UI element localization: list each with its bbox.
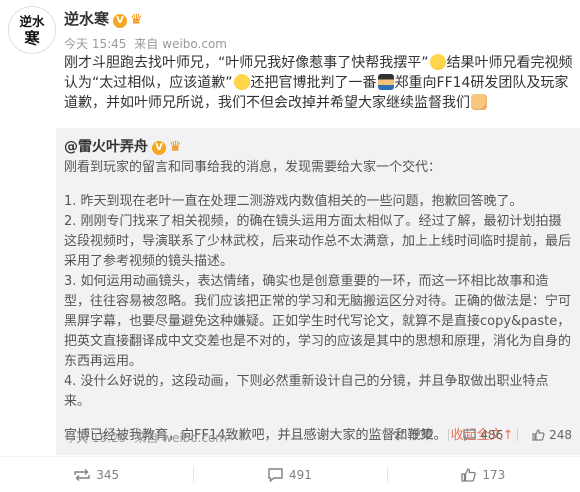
post-text: 刚才斗胆跑去找叶师兄，“叶师兄我好像惹事了快帮我摆平” 结果叶师兄看完视频认为“太… <box>64 54 573 111</box>
repost-item: 1. 昨天到现在老叶一直在处理二测游戏内数值相关的一些问题，抱歉回答晚了。 <box>64 194 523 209</box>
comment-button[interactable]: 491 <box>193 457 386 492</box>
post-meta: 今天 15:45 来自 weibo.com <box>64 35 231 52</box>
repost-like-button[interactable]: 248 <box>532 428 572 442</box>
thumbs-up-icon <box>461 467 477 482</box>
avatar[interactable]: 逆水 寒 <box>8 6 56 54</box>
svg-text:逆水: 逆水 <box>20 14 45 29</box>
forward-button[interactable]: 345 <box>0 457 193 492</box>
verified-badge-icon: V <box>113 13 128 28</box>
repost-meta: 今天 15:29 来自 weibo.com <box>64 429 231 446</box>
repost-source[interactable]: weibo.com <box>162 431 227 445</box>
avatar-calligraphy-image: 逆水 寒 <box>9 7 55 53</box>
repost-text: 刚看到玩家的留言和同事给我的消息，发现需要给大家一个交代： 1. 昨天到现在老叶… <box>64 158 572 446</box>
post-time[interactable]: 今天 15:45 <box>64 37 126 51</box>
flexed-arm-emoji-icon <box>471 94 487 110</box>
member-crown-icon: ♛ <box>169 139 182 155</box>
laugh-cry-emoji-icon <box>233 74 250 90</box>
repost-item: 2. 刚刚专门找来了相关视频，的确在镜头运用方面太相似了。经过了解，最初计划拍摄… <box>64 214 572 269</box>
post-action-bar: 345 491 173 <box>0 456 580 492</box>
thumbs-up-icon <box>532 429 545 441</box>
verified-badge-icon: V <box>152 140 166 155</box>
repost-action-bar: 532 486 248 <box>379 428 572 442</box>
svg-text:寒: 寒 <box>24 29 40 47</box>
reposted-weibo: @雷火叶弄舟 V ♛ 刚看到玩家的留言和同事给我的消息，发现需要给大家一个交代： 1… <box>56 128 580 455</box>
forward-icon <box>393 429 407 441</box>
post-source-prefix: 来自 <box>134 37 159 51</box>
laugh-cry-emoji-icon <box>429 54 446 70</box>
like-button[interactable]: 173 <box>386 457 580 492</box>
repost-author[interactable]: @雷火叶弄舟 V ♛ <box>64 136 182 156</box>
repost-comment-button[interactable]: 486 <box>463 428 503 442</box>
comment-icon <box>268 467 283 482</box>
member-crown-icon: ♛ <box>130 12 143 28</box>
weibo-post: 逆水 寒 逆水寒 V ♛ 今天 15:45 来自 weibo.com 刚才斗胆跑去找叶… <box>0 0 580 456</box>
repost-time[interactable]: 今天 15:29 <box>64 431 126 445</box>
repost-forward-button[interactable]: 532 <box>393 428 434 442</box>
repost-intro: 刚看到玩家的留言和同事给我的消息，发现需要给大家一个交代： <box>64 160 442 175</box>
comment-icon <box>463 429 476 441</box>
repost-source-prefix: 来自 <box>134 431 159 445</box>
person-emoji-icon <box>377 74 394 90</box>
repost-item: 4. 没什么好说的，这段动画，下则必然重新设计自己的分镜，并且争取做出职业特点来… <box>64 374 549 409</box>
forward-icon <box>74 468 90 481</box>
username[interactable]: 逆水寒 V ♛ <box>64 8 143 29</box>
post-source[interactable]: weibo.com <box>162 37 227 51</box>
repost-item: 3. 如何运用动画镜头，表达情绪，确实也是创意重要的一环，而这一环相比故事和造型… <box>64 274 572 369</box>
